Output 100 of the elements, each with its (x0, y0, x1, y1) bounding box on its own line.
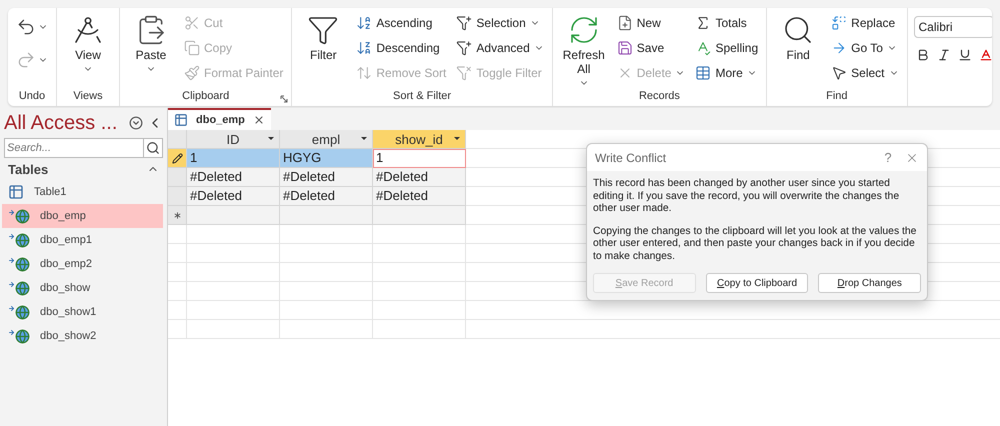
empty-cell (168, 320, 187, 339)
group-label: Records (638, 89, 680, 104)
tab-label: dbo_emp (196, 114, 245, 126)
linked-globe-icon (8, 208, 30, 224)
italic-icon (936, 48, 951, 62)
item-label: dbo_emp (40, 210, 86, 222)
navigation-item[interactable]: Table1 (2, 180, 163, 204)
linked-globe-icon (8, 304, 30, 320)
navigation-title: All Access ... (4, 112, 118, 134)
ribbon-button[interactable]: Totals (693, 12, 760, 34)
ribbon-button[interactable]: Selection (454, 12, 546, 34)
dialog-button[interactable]: Drop Changes (818, 273, 922, 293)
dropdown-icon[interactable] (129, 116, 143, 130)
pencil-icon (172, 152, 182, 164)
ribbon-button[interactable]: Save (614, 37, 688, 59)
search-field[interactable]: Search... (4, 138, 144, 158)
item-label: dbo_show (40, 282, 90, 294)
ribbon-button[interactable]: Paste (126, 12, 176, 74)
sort-arrows-icon (356, 65, 372, 81)
ribbon-button[interactable]: Select (829, 62, 901, 84)
table-cell: #Deleted (373, 168, 466, 187)
item-label: dbo_show2 (40, 330, 96, 342)
scissors-icon (184, 15, 200, 31)
dropdown-arrow-icon[interactable] (267, 134, 275, 142)
font-field[interactable]: Calibri (914, 16, 992, 38)
sort-descending-icon (356, 40, 372, 56)
section-header[interactable]: Tables (0, 158, 167, 180)
linked-globe-icon (8, 328, 30, 344)
funnel-x-icon (456, 65, 472, 81)
help-button[interactable]: ? (871, 149, 905, 166)
underline-icon (958, 48, 972, 62)
ribbon-button[interactable]: Go To (829, 37, 901, 59)
navigation-item[interactable]: dbo_show1 (2, 300, 163, 324)
table-cell: 1 (373, 149, 466, 168)
pointer-icon (831, 65, 848, 81)
table-cell: #Deleted (187, 187, 280, 206)
search-button[interactable] (144, 138, 163, 158)
linked-globe-icon (8, 256, 30, 272)
dialog-message: Copying the changes to the clipboard will let you look at the values the other user entered, and then paste your changes back in if you decide to make changes. (593, 226, 918, 263)
column-header[interactable]: show_id (373, 130, 466, 149)
table-cell: HGYG (280, 149, 373, 168)
close-icon (252, 114, 265, 126)
search-icon (146, 141, 160, 155)
close-button[interactable] (252, 114, 265, 126)
linked-globe-icon (8, 232, 30, 248)
table-cell: #Deleted (280, 168, 373, 187)
navigation-item[interactable]: dbo_emp2 (2, 252, 163, 276)
record-selector[interactable] (168, 149, 187, 168)
dialog-title: Write Conflict (595, 150, 668, 164)
ribbon-button[interactable]: Spelling (693, 37, 760, 59)
ribbon-button[interactable]: Refresh All (558, 12, 609, 88)
table-cell: 1 (187, 149, 280, 168)
replace-icon (831, 15, 848, 31)
item-label: dbo_emp1 (40, 234, 92, 246)
empty-cell (168, 282, 187, 301)
ribbon-button[interactable]: Descending (354, 37, 448, 59)
linked-globe-icon (8, 280, 30, 296)
ribbon-button[interactable]: Advanced (454, 37, 546, 59)
column-header[interactable]: ID (187, 130, 280, 149)
table-cell: #Deleted (280, 187, 373, 206)
undo-icon (16, 17, 36, 37)
dialog-message: This record has been changed by another user since you started editing it. If you save the record, you will overwrite the changes the other user made. (593, 178, 900, 216)
ribbon-button[interactable]: View (63, 12, 113, 74)
dialog-button[interactable]: Copy to Clipboard (706, 273, 808, 293)
group-label: Sort & Filter (393, 89, 452, 104)
table-icon (695, 65, 712, 81)
navigation-item[interactable]: dbo_emp (2, 204, 163, 228)
empty-cell (168, 225, 187, 244)
ribbon-button[interactable]: Filter (298, 12, 348, 62)
ribbon-button[interactable]: Ascending (354, 12, 448, 34)
navigation-item[interactable]: dbo_show2 (2, 324, 163, 348)
group-label: Find (826, 89, 848, 104)
table-icon (8, 184, 24, 200)
funnel-icon (307, 14, 340, 46)
document-tab[interactable]: dbo_emp (168, 108, 271, 130)
empty-cell (168, 301, 187, 320)
header-label: empl (312, 132, 340, 146)
ribbon-button[interactable]: New (614, 12, 688, 34)
ribbon-button[interactable]: More (693, 62, 760, 84)
dropdown-arrow-icon[interactable] (453, 134, 461, 142)
column-header[interactable]: empl (280, 130, 373, 149)
navigation-item[interactable]: dbo_emp1 (2, 228, 163, 252)
funnel-plus-icon (456, 15, 472, 31)
navigation-item[interactable]: dbo_show (2, 276, 163, 300)
font-color-icon (978, 48, 992, 62)
paintbrush-icon (184, 65, 200, 81)
new-file-icon (616, 15, 633, 31)
table-cell: #Deleted (187, 168, 280, 187)
save-icon (616, 40, 633, 56)
dropdown-arrow-icon[interactable] (360, 134, 368, 142)
dialog-launcher-icon[interactable] (280, 95, 288, 103)
group-label: Views (73, 89, 103, 104)
ribbon-button[interactable]: Replace (829, 12, 901, 34)
header-label: ID (226, 132, 240, 146)
record-selector[interactable] (168, 206, 187, 225)
group-label: Clipboard (182, 89, 230, 104)
section-label: Tables (8, 162, 48, 176)
redo-icon (16, 50, 36, 70)
funnel-plus-icon (456, 40, 472, 56)
ribbon-button[interactable]: Find (773, 12, 824, 62)
